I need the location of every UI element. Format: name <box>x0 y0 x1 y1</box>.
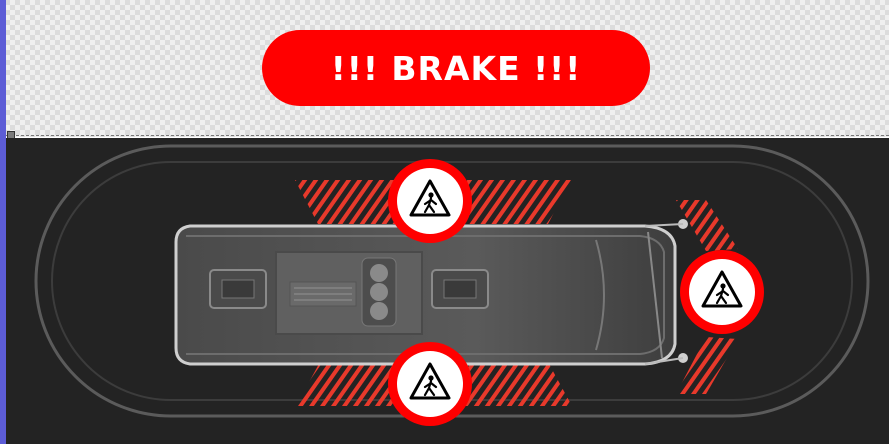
pedestrian-warning-icon <box>388 342 472 426</box>
hazard-zone-front-lower <box>676 337 738 394</box>
brake-warning-screen: !!! BRAKE !!! <box>0 0 889 444</box>
pedestrian-warning-icon <box>388 159 472 243</box>
vehicle-scene <box>34 144 870 426</box>
pedestrian-warning-icon <box>680 250 764 334</box>
